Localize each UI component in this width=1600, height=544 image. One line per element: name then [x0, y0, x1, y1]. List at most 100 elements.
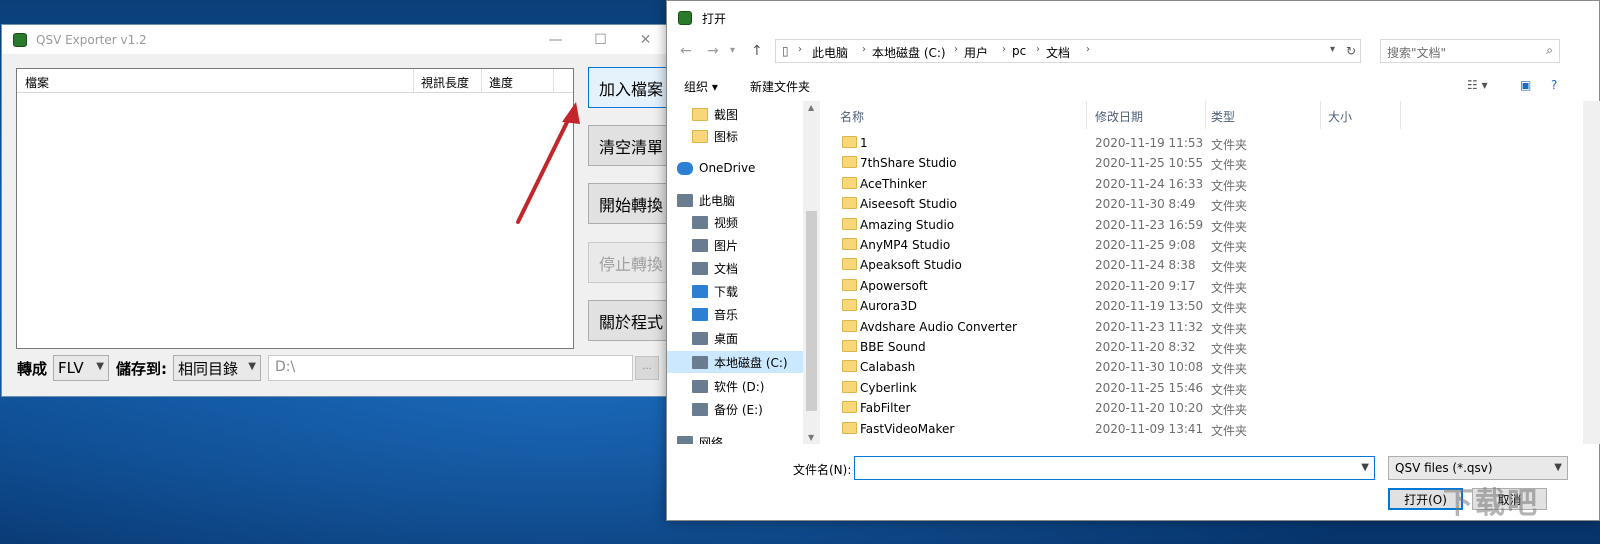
organize-button[interactable]: 组织 ▾ [684, 78, 718, 95]
file-row[interactable]: Aurora3D 2020-11-19 13:50 文件夹 [820, 296, 1480, 316]
title-bar[interactable]: QSV Exporter v1.2 — ☐ ✕ [2, 25, 667, 54]
breadcrumb-item[interactable]: pc [1012, 44, 1026, 58]
preview-pane-icon[interactable]: ▣ [1520, 78, 1531, 92]
file-row[interactable]: FabFilter 2020-11-20 10:20 文件夹 [820, 398, 1480, 418]
file-row[interactable]: Amazing Studio 2020-11-23 16:59 文件夹 [820, 215, 1480, 235]
nav-item[interactable]: 下载 [667, 280, 803, 302]
view-options-icon[interactable]: ☷ ▾ [1467, 78, 1488, 92]
file-row[interactable]: Apowersoft 2020-11-20 9:17 文件夹 [820, 276, 1480, 296]
file-list-scrollbar[interactable] [1583, 101, 1600, 444]
help-icon[interactable]: ? [1551, 78, 1557, 92]
breadcrumb-item[interactable]: 此电脑 [812, 44, 848, 61]
nav-item-label: OneDrive [699, 161, 756, 175]
scroll-up-icon[interactable]: ▲ [808, 103, 814, 112]
file-row[interactable]: Apeaksoft Studio 2020-11-24 8:38 文件夹 [820, 255, 1480, 275]
file-row[interactable]: AnyMP4 Studio 2020-11-25 9:08 文件夹 [820, 235, 1480, 255]
navigation-pane[interactable]: 截图 图标 OneDrive 此电脑 视频 图片 文档 下载音乐桌面 本地磁盘 (C:) 软件 (… [667, 101, 817, 444]
column-progress[interactable]: 進度 [489, 74, 513, 91]
file-row[interactable]: AceThinker 2020-11-24 16:33 文件夹 [820, 174, 1480, 194]
breadcrumb-item[interactable]: 文档 [1046, 44, 1070, 61]
chevron-right-icon[interactable]: › [862, 44, 866, 55]
breadcrumb-item[interactable]: 本地磁盘 (C:) [872, 44, 946, 61]
filter-value: QSV files (*.qsv) [1395, 461, 1493, 475]
file-list-pane[interactable]: 名称 ^ 修改日期 类型 大小 1 2020-11-19 11:53 文件夹 7thS… [820, 101, 1600, 444]
scroll-thumb[interactable] [806, 211, 817, 411]
scroll-down-icon[interactable]: ▼ [808, 433, 814, 442]
column-size[interactable]: 大小 [1328, 108, 1352, 125]
nav-item[interactable]: 文档 [667, 257, 803, 279]
nav-item[interactable]: 软件 (D:) [667, 375, 803, 397]
chevron-right-icon[interactable]: › [798, 44, 802, 55]
file-list[interactable]: 檔案 視訊長度 進度 [16, 68, 574, 349]
nav-item[interactable]: 视频 [667, 211, 803, 233]
nav-scrollbar[interactable]: ▲ ▼ [803, 101, 820, 444]
file-row[interactable]: 7thShare Studio 2020-11-25 10:55 文件夹 [820, 153, 1480, 173]
file-type: 文件夹 [1211, 178, 1248, 193]
output-path-field[interactable]: D:\ [268, 355, 633, 381]
filename-input[interactable]: ▼ [854, 456, 1375, 480]
nav-item[interactable]: 此电脑 [667, 189, 803, 211]
browse-button[interactable]: ... [635, 356, 659, 380]
new-folder-button[interactable]: 新建文件夹 [750, 78, 810, 95]
format-select[interactable]: FLV ▼ [53, 355, 109, 381]
minimize-icon[interactable]: — [533, 25, 578, 54]
chevron-down-icon: ▼ [248, 361, 256, 372]
file-type: 文件夹 [1211, 321, 1248, 336]
chevron-right-icon[interactable]: › [1036, 44, 1040, 55]
dialog-title-bar[interactable]: 打开 [667, 1, 1599, 35]
chevron-right-icon[interactable]: › [1002, 44, 1006, 55]
nav-item[interactable]: OneDrive [667, 157, 803, 179]
file-row[interactable]: Cyberlink 2020-11-25 15:46 文件夹 [820, 378, 1480, 398]
column-name[interactable]: 名称 [840, 108, 864, 125]
chevron-down-icon[interactable]: ▼ [1361, 462, 1369, 473]
file-row[interactable]: Calabash 2020-11-30 10:08 文件夹 [820, 357, 1480, 377]
file-row[interactable]: FastVideoMaker 2020-11-09 13:41 文件夹 [820, 419, 1480, 439]
column-date[interactable]: 修改日期 [1095, 108, 1143, 125]
file-type-filter[interactable]: QSV files (*.qsv) ▼ [1388, 456, 1568, 480]
folder-icon [692, 107, 708, 121]
window-title: QSV Exporter v1.2 [36, 32, 147, 47]
open-file-dialog: 打开 ← → ▾ ↑ ▯ › 此电脑 › 本地磁盘 (C:) › 用户 › pc… [666, 0, 1600, 521]
navigation-bar: ← → ▾ ↑ ▯ › 此电脑 › 本地磁盘 (C:) › 用户 › pc › … [667, 37, 1600, 65]
column-type[interactable]: 类型 [1211, 108, 1235, 125]
filename-label: 文件名(N): [793, 463, 852, 477]
add-file-button[interactable]: 加入檔案 [588, 67, 674, 108]
close-icon[interactable]: ✕ [623, 25, 668, 54]
back-icon[interactable]: ← [680, 43, 692, 59]
file-row[interactable]: Aiseesoft Studio 2020-11-30 8:49 文件夹 [820, 194, 1480, 214]
up-icon[interactable]: ↑ [751, 43, 763, 59]
nav-item[interactable]: 图标 [667, 125, 803, 147]
file-row[interactable]: Avdshare Audio Converter 2020-11-23 11:32… [820, 317, 1480, 337]
column-duration[interactable]: 視訊長度 [421, 74, 469, 91]
drive-icon [692, 402, 708, 416]
column-file[interactable]: 檔案 [25, 74, 49, 91]
folder-icon [842, 340, 857, 352]
nav-item[interactable]: 网络 [667, 431, 803, 444]
nav-item[interactable]: 图片 [667, 234, 803, 256]
forward-icon[interactable]: → [707, 43, 719, 59]
start-convert-button[interactable]: 開始轉換 [588, 183, 674, 224]
file-row[interactable]: 1 2020-11-19 11:53 文件夹 [820, 133, 1480, 153]
nav-item-label: 音乐 [714, 307, 739, 322]
stop-convert-button[interactable]: 停止轉換 [588, 242, 674, 283]
folder-icon [692, 129, 708, 143]
nav-item[interactable]: 截图 [667, 103, 803, 125]
about-button[interactable]: 關於程式 [588, 300, 674, 341]
save-mode-select[interactable]: 相同目錄 ▼ [173, 355, 261, 381]
chevron-right-icon[interactable]: › [954, 44, 958, 55]
nav-item[interactable]: 备份 (E:) [667, 398, 803, 420]
search-input[interactable]: 搜索"文档" ⌕ [1380, 39, 1560, 63]
folder-icon [842, 299, 857, 312]
nav-item[interactable]: 桌面 [667, 327, 803, 349]
file-row[interactable]: BBE Sound 2020-11-20 8:32 文件夹 [820, 337, 1480, 357]
chevron-down-icon[interactable]: ▾ [1330, 44, 1335, 55]
refresh-icon[interactable]: ↻ [1346, 44, 1356, 58]
clear-list-button[interactable]: 清空清單 [588, 125, 674, 166]
chevron-right-icon[interactable]: › [1086, 44, 1090, 55]
nav-item[interactable]: 本地磁盘 (C:) [667, 351, 803, 373]
breadcrumb-item[interactable]: 用户 [964, 44, 988, 61]
nav-item[interactable]: 音乐 [667, 303, 803, 325]
address-bar[interactable]: ▯ › 此电脑 › 本地磁盘 (C:) › 用户 › pc › 文档 › ▾ ↻ [775, 39, 1361, 63]
recent-chevron-icon[interactable]: ▾ [730, 45, 735, 56]
maximize-icon[interactable]: ☐ [578, 25, 623, 54]
